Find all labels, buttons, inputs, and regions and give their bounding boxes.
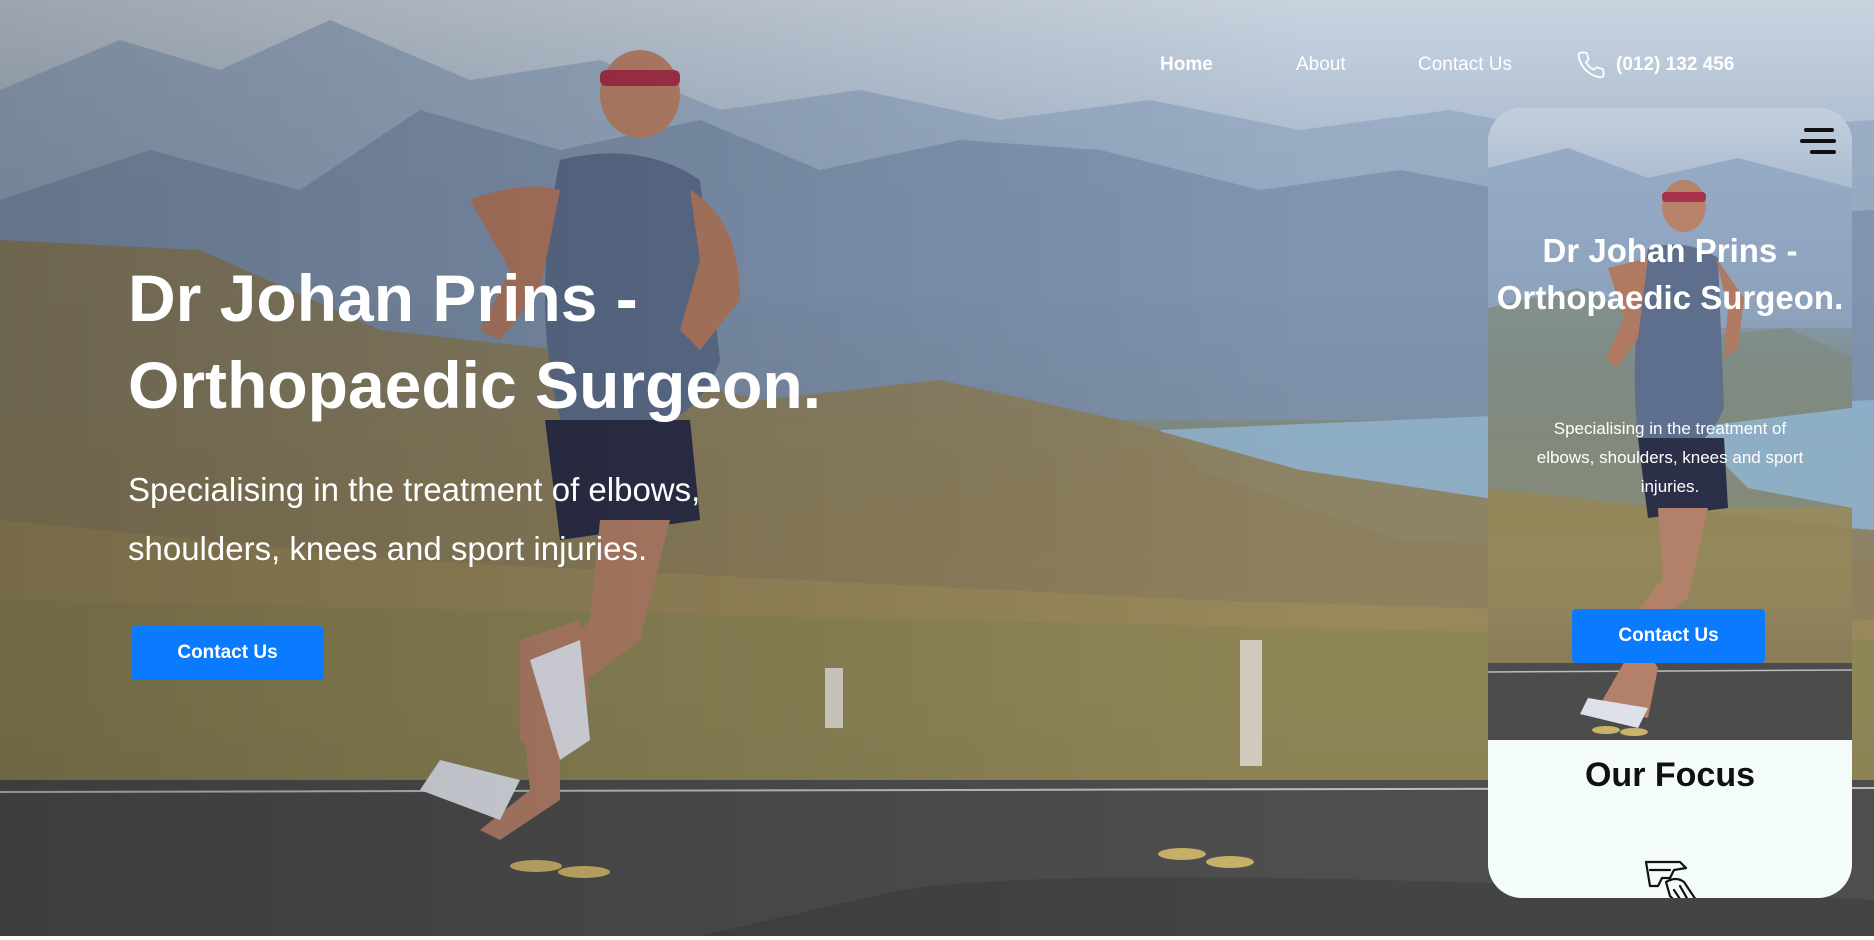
mobile-contact-button[interactable]: Contact Us: [1572, 609, 1765, 663]
nav-home[interactable]: Home: [1160, 54, 1213, 76]
hero-subtitle: Specialising in the treatment of elbows,…: [128, 471, 701, 567]
phone-icon: [1576, 50, 1606, 80]
hamburger-line: [1800, 139, 1836, 143]
elbow-joint-icon: [1640, 856, 1704, 898]
hamburger-menu-icon[interactable]: [1800, 128, 1836, 154]
hero-title-role: Orthopaedic Surgeon.: [128, 348, 822, 422]
mobile-preview-card: Dr Johan Prins - Orthopaedic Surgeon. Sp…: [1488, 108, 1852, 898]
mobile-hero-subtitle: Specialising in the treatment of elbows,…: [1536, 419, 1804, 496]
hero-contact-button[interactable]: Contact Us: [131, 626, 324, 680]
mobile-title-role: Orthopaedic Surgeon.: [1496, 279, 1844, 316]
nav-phone-link[interactable]: (012) 132 456: [1576, 50, 1734, 80]
mobile-hero-heading: Dr Johan Prins - Orthopaedic Surgeon.: [1488, 228, 1852, 321]
our-focus-heading: Our Focus: [1584, 756, 1756, 794]
hamburger-line: [1810, 150, 1836, 154]
phone-number: (012) 132 456: [1616, 54, 1735, 75]
nav-contact-us[interactable]: Contact Us: [1418, 54, 1512, 76]
hero-heading: Dr Johan Prins - Orthopaedic Surgeon.: [128, 258, 821, 432]
nav-about[interactable]: About: [1296, 54, 1346, 76]
mobile-title-name: Dr Johan Prins -: [1542, 232, 1798, 269]
hamburger-line: [1804, 128, 1834, 132]
hero-title-name: Dr Johan Prins -: [128, 261, 638, 335]
